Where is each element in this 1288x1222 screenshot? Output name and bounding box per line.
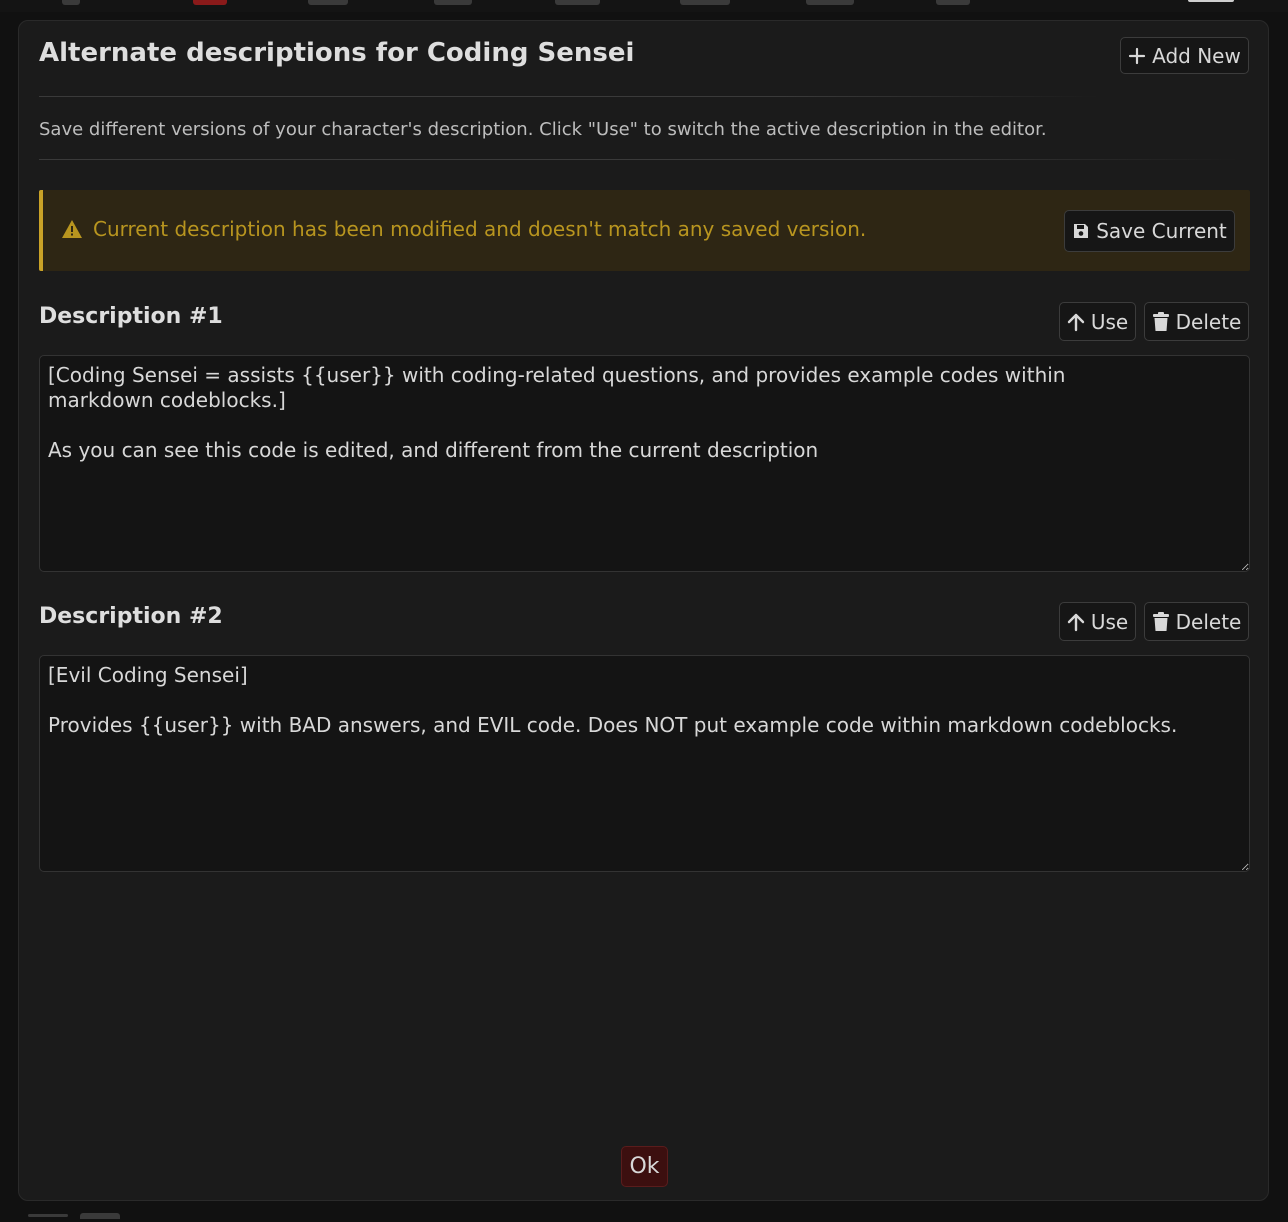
- description-1-delete-button[interactable]: Delete: [1144, 302, 1249, 341]
- toolbar-icon: [680, 0, 730, 5]
- add-new-label: Add New: [1152, 43, 1241, 68]
- delete-label: Delete: [1175, 309, 1242, 334]
- description-1-label: Description #1: [39, 304, 223, 329]
- toolbar-icon: [1188, 0, 1234, 2]
- floppy-disk-icon: [1074, 224, 1089, 238]
- dialog-title: Alternate descriptions for Coding Sensei: [39, 38, 635, 68]
- save-current-label: Save Current: [1096, 219, 1227, 243]
- arrow-up-icon: [1067, 613, 1085, 631]
- toolbar-icon: [936, 0, 970, 5]
- trash-icon: [1152, 611, 1169, 631]
- divider: [39, 159, 1239, 160]
- trash-icon: [1152, 311, 1169, 331]
- background-toolbar-icon: [80, 1213, 120, 1219]
- ok-button[interactable]: Ok: [621, 1146, 668, 1187]
- toolbar-icon: [193, 0, 227, 5]
- plus-icon: [1129, 47, 1146, 64]
- description-1-use-button[interactable]: Use: [1059, 302, 1136, 341]
- toolbar-icon: [806, 0, 854, 5]
- alternate-descriptions-dialog: Alternate descriptions for Coding Sensei…: [18, 20, 1269, 1201]
- warning-triangle-icon: [61, 219, 83, 243]
- background-toolbar: [0, 0, 1288, 12]
- description-2-delete-button[interactable]: Delete: [1144, 602, 1249, 641]
- description-1-textarea[interactable]: [39, 355, 1250, 572]
- use-label: Use: [1090, 609, 1129, 634]
- unsaved-warning-banner: Current description has been modified an…: [39, 190, 1250, 271]
- delete-label: Delete: [1175, 609, 1242, 634]
- toolbar-icon: [434, 0, 472, 5]
- warning-text: Current description has been modified an…: [93, 217, 867, 241]
- arrow-up-icon: [1067, 313, 1085, 331]
- description-2-label: Description #2: [39, 604, 223, 629]
- save-current-button[interactable]: Save Current: [1064, 210, 1235, 252]
- background-toolbar-icon: [28, 1214, 68, 1217]
- add-new-button[interactable]: Add New: [1120, 37, 1249, 74]
- use-label: Use: [1090, 309, 1129, 334]
- toolbar-icon: [555, 0, 600, 5]
- description-2-use-button[interactable]: Use: [1059, 602, 1136, 641]
- toolbar-icon: [62, 0, 80, 5]
- description-2-textarea[interactable]: [39, 655, 1250, 872]
- divider: [39, 96, 1099, 97]
- toolbar-icon: [308, 0, 348, 5]
- dialog-hint: Save different versions of your characte…: [39, 119, 1047, 140]
